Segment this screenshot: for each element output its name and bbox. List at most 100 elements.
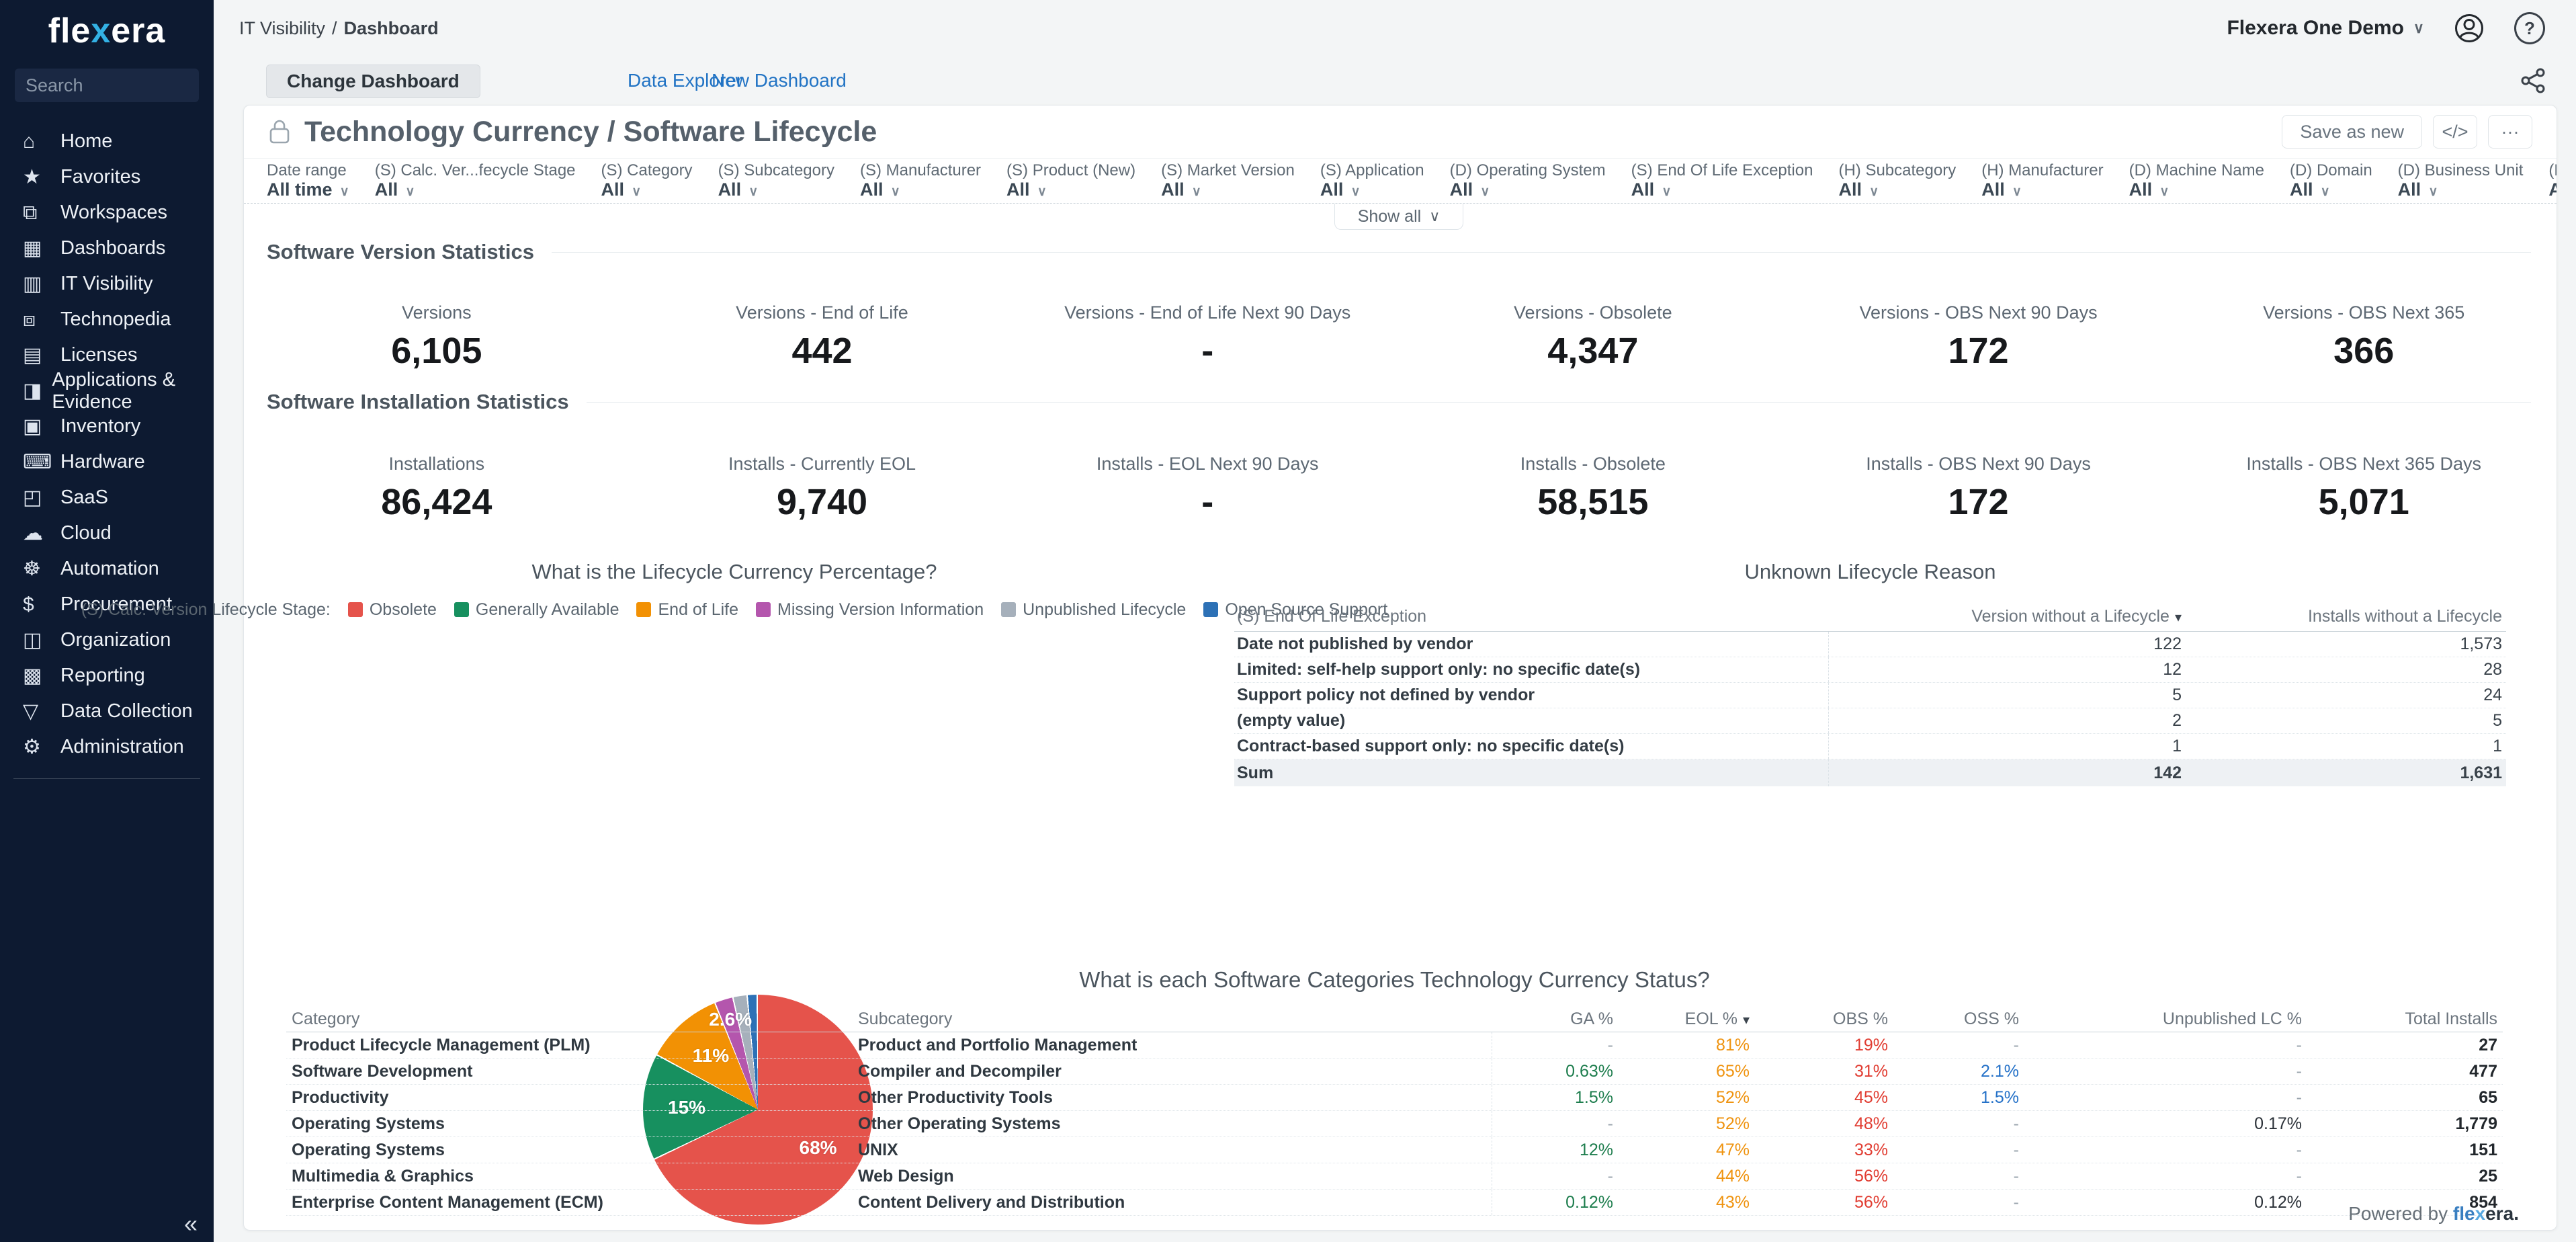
share-icon[interactable] xyxy=(2520,67,2546,94)
sidebar-item-applications-evidence[interactable]: ◨ Applications & Evidence xyxy=(0,369,214,413)
filter-label: (S) Calc. Ver...fecycle Stage xyxy=(374,161,576,179)
filter-value-dropdown[interactable]: All ∨ xyxy=(1006,179,1135,202)
filter-value-dropdown[interactable]: All ∨ xyxy=(860,179,981,202)
table-row[interactable]: Operating Systems Other Operating Systems… xyxy=(286,1111,2503,1137)
table-row[interactable]: (empty value) 2 5 xyxy=(1234,708,2506,734)
filter-value-dropdown[interactable]: All ∨ xyxy=(601,179,693,202)
topbar: IT Visibility / Dashboard Flexera One De… xyxy=(214,0,2576,56)
cell-subcategory: Product and Portfolio Management xyxy=(858,1032,1492,1058)
new-dashboard-link[interactable]: New Dashboard xyxy=(712,65,847,97)
cell-reason: Contract-based support only: no specific… xyxy=(1234,734,1829,759)
filter-value-dropdown[interactable]: All time ∨ xyxy=(267,179,349,202)
column-header-total-installs[interactable]: Total Installs xyxy=(2307,1009,2503,1029)
table-row[interactable]: Contract-based support only: no specific… xyxy=(1234,734,2506,759)
sidebar-item-reporting[interactable]: ▩ Reporting xyxy=(0,658,214,694)
table-row[interactable]: Product Lifecycle Management (PLM) Produc… xyxy=(286,1032,2503,1059)
filter-label: (S) Manufacturer xyxy=(859,161,982,179)
cell-versions: 122 xyxy=(2153,634,2182,653)
help-icon[interactable]: ? xyxy=(2514,12,2545,44)
table-row[interactable]: Software Development Compiler and Decompi… xyxy=(286,1059,2503,1085)
more-options-button[interactable]: ··· xyxy=(2488,115,2532,149)
legend-swatch xyxy=(636,602,652,617)
filter-value-dropdown[interactable]: All ∨ xyxy=(375,179,576,202)
table-row[interactable]: Productivity Other Productivity Tools 1.5%… xyxy=(286,1085,2503,1111)
filter-d-domain: (D) Domain All ∨ xyxy=(2290,162,2372,202)
sidebar-collapse-button[interactable]: « xyxy=(184,1210,198,1238)
filter-label: (S) Market Version xyxy=(1161,161,1295,179)
sidebar-item-licenses[interactable]: ▤ Licenses xyxy=(0,337,214,373)
table-row[interactable]: Support policy not defined by vendor 5 24 xyxy=(1234,683,2506,708)
filter-value-dropdown[interactable]: All ∨ xyxy=(1450,179,1606,202)
sidebar-item-cloud[interactable]: ☁ Cloud xyxy=(0,515,214,551)
legend-item-generally-available[interactable]: Generally Available xyxy=(454,600,619,620)
filter-value-dropdown[interactable]: All ∨ xyxy=(718,179,834,202)
sidebar-item-it-visibility[interactable]: ▥ IT Visibility xyxy=(0,266,214,302)
org-selector[interactable]: Flexera One Demo ∨ xyxy=(2227,17,2424,40)
filter-date-range: Date range All time ∨ xyxy=(267,162,349,202)
filter-value-dropdown[interactable]: All ∨ xyxy=(1161,179,1295,202)
section-title: Software Version Statistics xyxy=(267,240,534,263)
table-row[interactable]: Operating Systems UNIX 12% 47% 33% - - 151 xyxy=(286,1137,2503,1163)
sidebar-item-hardware[interactable]: ⌨ Hardware xyxy=(0,444,214,480)
cell-oss: - xyxy=(2013,1140,2019,1159)
breadcrumb-section[interactable]: IT Visibility xyxy=(239,18,325,39)
filter-d-machine-name: (D) Machine Name All ∨ xyxy=(2129,162,2264,202)
sidebar-item-favorites[interactable]: ★ Favorites xyxy=(0,159,214,195)
sidebar-item-automation[interactable]: ☸ Automation xyxy=(0,551,214,587)
column-header-unpublished-lc[interactable]: Unpublished LC % xyxy=(2024,1009,2307,1029)
cell-oss: - xyxy=(2013,1192,2019,1212)
column-header-oss[interactable]: OSS % xyxy=(1893,1009,2024,1029)
filter-value-dropdown[interactable]: All ∨ xyxy=(2398,179,2524,202)
sidebar-item-data-collection[interactable]: ▽ Data Collection xyxy=(0,694,214,729)
filter-label: (D) Domain xyxy=(2289,161,2372,179)
legend-item-obsolete[interactable]: Obsolete xyxy=(347,600,437,620)
column-header-installs-without-a-lifecycle[interactable]: Installs without a Lifecycle xyxy=(2186,607,2506,626)
column-header-eol[interactable]: EOL % ▾ xyxy=(1619,1009,1755,1029)
sidebar-item-technopedia[interactable]: ⧈ Technopedia xyxy=(0,302,214,337)
cell-obs: 31% xyxy=(1854,1061,1888,1081)
table-row[interactable]: Limited: self-help support only: no spec… xyxy=(1234,657,2506,683)
stat-tile-label: Versions - OBS Next 365 xyxy=(2263,302,2465,323)
table-row[interactable]: Enterprise Content Management (ECM) Conte… xyxy=(286,1190,2503,1216)
sidebar-item-organization[interactable]: ◫ Organization xyxy=(0,622,214,658)
embed-code-button[interactable]: </> xyxy=(2433,115,2477,149)
cell-obs: 56% xyxy=(1854,1192,1888,1212)
sidebar-item-home[interactable]: ⌂ Home xyxy=(0,124,214,159)
sidebar-item-administration[interactable]: ⚙ Administration xyxy=(0,729,214,765)
sidebar-item-dashboards[interactable]: ▦ Dashboards xyxy=(0,231,214,266)
account-icon[interactable] xyxy=(2454,13,2485,44)
legend-item-missing-version-information[interactable]: Missing Version Information xyxy=(756,600,984,620)
administration-gear-icon: ⚙ xyxy=(23,736,41,758)
filter-value-dropdown[interactable]: All ∨ xyxy=(1838,179,1956,202)
column-header-s-end-of-life-exception[interactable]: (S) End Of Life Exception xyxy=(1234,602,1829,631)
table-row[interactable]: Multimedia & Graphics Web Design - 44% 56% - -… xyxy=(286,1163,2503,1190)
sidebar-item-workspaces[interactable]: ⧉ Workspaces xyxy=(0,195,214,231)
filter-value-dropdown[interactable]: All ∨ xyxy=(2290,179,2372,202)
column-header-category[interactable]: Category xyxy=(286,1009,858,1029)
filter-value-dropdown[interactable]: All ∨ xyxy=(1981,179,2103,202)
column-header-ga[interactable]: GA % xyxy=(1492,1009,1619,1029)
sidebar-item-saas[interactable]: ◰ SaaS xyxy=(0,480,214,515)
cell-category: Enterprise Content Management (ECM) xyxy=(292,1192,603,1212)
save-as-new-button[interactable]: Save as new xyxy=(2282,115,2422,149)
legend-item-unpublished-lifecycle[interactable]: Unpublished Lifecycle xyxy=(1001,600,1186,620)
legend-item-end-of-life[interactable]: End of Life xyxy=(636,600,738,620)
column-header-version-without-a-lifecycle[interactable]: Version without a Lifecycle ▾ xyxy=(1829,607,2186,626)
sidebar-item-inventory[interactable]: ▣ Inventory xyxy=(0,409,214,444)
filter-value-dropdown[interactable]: All ∨ xyxy=(2129,179,2264,202)
table-row[interactable]: Date not published by vendor 122 1,573 xyxy=(1234,632,2506,657)
filter-value-dropdown[interactable]: All ∨ xyxy=(2548,179,2557,202)
home-icon: ⌂ xyxy=(23,130,36,153)
filter-bar: Date range All time ∨ (S) Calc. Ver...fecy… xyxy=(244,159,2557,204)
change-dashboard-button[interactable]: Change Dashboard xyxy=(266,65,480,98)
workspaces-icon: ⧉ xyxy=(23,201,38,224)
filter-value-dropdown[interactable]: All ∨ xyxy=(1320,179,1424,202)
column-header-obs[interactable]: OBS % xyxy=(1755,1009,1893,1029)
unknown-table-title: Unknown Lifecycle Reason xyxy=(1744,560,1996,583)
cell-category: Software Development xyxy=(292,1061,473,1081)
filter-value-dropdown[interactable]: All ∨ xyxy=(1631,179,1813,202)
cell-category: Operating Systems xyxy=(292,1140,445,1159)
column-header-subcategory[interactable]: Subcategory xyxy=(858,1006,1492,1032)
show-all-filters-button[interactable]: Show all ∨ xyxy=(1334,204,1463,230)
legend-swatch xyxy=(347,602,363,617)
